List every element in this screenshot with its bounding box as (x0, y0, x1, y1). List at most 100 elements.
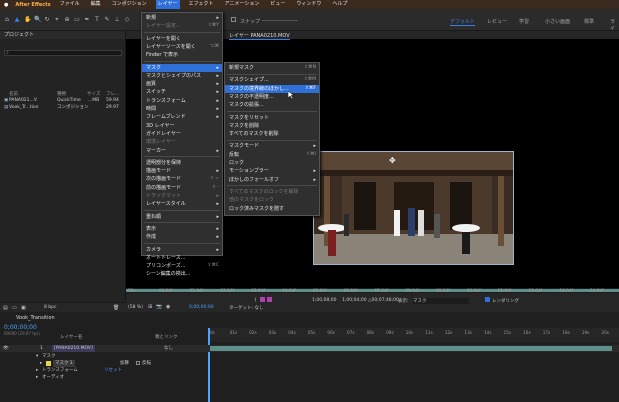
layer-menu-item[interactable]: 前の描画モード ⇧ - (142, 184, 222, 192)
audio-row[interactable]: ▸ オーディオ (0, 374, 208, 381)
interpret-footage-icon[interactable]: ▤ (3, 305, 8, 311)
parent-header[interactable]: 親とリンク (155, 334, 178, 340)
playhead[interactable] (208, 328, 210, 402)
set-in-point-icon[interactable]: { (254, 298, 257, 303)
mask-submenu-item[interactable]: マスクの拡張... (225, 101, 319, 109)
layer-menu-item[interactable]: 3D レイヤー (142, 122, 222, 130)
mask-submenu-item[interactable]: マスクの境界線のぼかし... ⇧⌘F (225, 84, 319, 93)
layer-menu-item[interactable]: 新規 ▸ (142, 14, 222, 22)
layer-name[interactable]: [PANA0210.MOV] (52, 345, 95, 352)
rectangle-tool-icon[interactable]: ▭ (74, 17, 80, 23)
mask-submenu-item[interactable]: マスクモード ▸ (225, 142, 319, 150)
layer-menu-item[interactable]: トランスフォーム ▸ (142, 97, 222, 105)
expand-arrow-icon[interactable]: ▸ (40, 360, 42, 367)
invert-checkbox[interactable] (136, 361, 140, 365)
region-marker-icon-2[interactable] (267, 297, 272, 302)
layer-menu-item[interactable]: マスク ▸ (142, 63, 222, 72)
bpc-label[interactable]: 8 bpc (44, 305, 56, 310)
column-fps[interactable]: フレ... (106, 91, 119, 97)
mask-color-swatch[interactable] (46, 361, 51, 366)
layer-menu-item[interactable]: 描画モード ▸ (142, 167, 222, 175)
layer-menu-item[interactable]: プリコンポーズ... ⇧⌘C (142, 262, 222, 270)
pen-tool-icon[interactable]: ✒ (84, 17, 90, 23)
mask-submenu-item[interactable]: マスクを削除 (225, 122, 319, 130)
mask-1-label[interactable]: マスク 1 (53, 360, 75, 367)
layer-menu-item[interactable]: スイッチ ▸ (142, 88, 222, 96)
expand-arrow-icon[interactable]: ▸ (36, 374, 38, 381)
snap-options[interactable] (262, 20, 298, 24)
layer-menu-item[interactable]: オートトレース... (142, 254, 222, 262)
mask-submenu-item[interactable]: 新規マスク ⇧⌘N (225, 64, 319, 72)
layer-menu-item[interactable]: ガイドレイヤー (142, 130, 222, 138)
layer-menu-item[interactable]: Finder で表示 (142, 51, 222, 59)
expand-arrow-icon[interactable]: ▸ (36, 367, 38, 374)
timeline-tab[interactable]: Vook_Transition (16, 315, 55, 321)
zoom-dropdown[interactable]: (58 %) (128, 305, 143, 310)
project-item-comp[interactable]: ▤ Vook_Tr...tion コンポジション 29.97 (4, 105, 124, 111)
anchor-point-icon[interactable]: ✥ (389, 156, 396, 165)
layer-menu-item[interactable]: 時間 ▸ (142, 105, 222, 113)
rotate-tool-icon[interactable]: ↻ (44, 17, 50, 23)
menu-file[interactable]: ファイル (58, 0, 82, 9)
menu-animation[interactable]: アニメーション (223, 0, 262, 9)
time-in[interactable]: 1;00,08;00 (312, 298, 337, 303)
mask-submenu-item[interactable]: マスクの不透明度... (225, 93, 319, 101)
workspace-small-screen[interactable]: 小さい画面 (545, 18, 570, 25)
eraser-tool-icon[interactable]: ◇ (124, 17, 130, 23)
workspace-standard[interactable]: 標準 (584, 18, 594, 25)
mask-group-row[interactable]: ▾ マスク (0, 353, 208, 360)
layer-menu-item[interactable]: 次の描画モード ⇧ = (142, 175, 222, 183)
zoom-tool-icon[interactable]: 🔍 (34, 17, 41, 23)
reset-link[interactable]: リセット (104, 367, 122, 374)
project-search-input[interactable] (4, 50, 122, 56)
project-item-footage[interactable]: ▣ PANA021...V QuickTime ...MB 59.94 (4, 98, 124, 104)
transform-row[interactable]: ▸ トランスフォーム リセット (0, 367, 208, 374)
brush-tool-icon[interactable]: ✎ (104, 17, 110, 23)
layer-tab[interactable]: レイヤー PANA0210.MOV (229, 32, 290, 40)
app-name[interactable]: After Effects (15, 2, 50, 8)
home-icon[interactable]: ⌂ (4, 17, 10, 23)
time-out[interactable]: 1;00;04;00 (342, 298, 367, 303)
layer-menu-item[interactable]: 作成 ▸ (142, 233, 222, 241)
layer-duration-bar[interactable] (210, 346, 612, 351)
layer-menu-item[interactable]: シーン編集の検出... (142, 270, 222, 278)
menu-composition[interactable]: コンポジション (110, 0, 149, 9)
menu-window[interactable]: ウィンドウ (294, 0, 323, 9)
view-dropdown[interactable]: マスク (413, 298, 469, 304)
camera-snapshot-icon[interactable]: 📷 (156, 304, 162, 310)
layer-menu-item[interactable]: カメラ ▸ (142, 246, 222, 254)
column-name[interactable]: 名前 (9, 91, 18, 97)
mask-submenu-item[interactable]: ロック (225, 159, 319, 167)
hand-tool-icon[interactable]: ✋ (24, 17, 31, 23)
layer-menu-item[interactable]: マスクとシェイプのパス ▸ (142, 72, 222, 80)
layer-menu-item[interactable]: マーカー ▸ (142, 147, 222, 155)
menu-layer[interactable]: レイヤー (155, 0, 180, 9)
new-folder-icon[interactable]: ▭ (12, 305, 17, 311)
menu-effect[interactable]: エフェクト (187, 0, 216, 9)
apple-icon[interactable]: ● (4, 2, 8, 8)
layer-menu-item[interactable]: 重ね順 ▸ (142, 213, 222, 221)
mask-submenu-item[interactable]: モーションブラー ▸ (225, 167, 319, 175)
layer-menu-item[interactable]: 透明部分を保持 (142, 159, 222, 167)
eye-icon[interactable]: 👁 (3, 345, 9, 352)
mask-submenu-item[interactable]: マスクシェイプ... ⇧⌘M (225, 76, 319, 84)
mask-submenu-item[interactable]: ぼかしのフォールオフ ▸ (225, 176, 319, 184)
layer-menu-item[interactable]: レイヤーソースを開く ⌥⌘ (142, 43, 222, 51)
channel-icon[interactable]: ◉ (166, 304, 170, 310)
pan-behind-tool-icon[interactable]: ⊕ (64, 17, 70, 23)
column-type[interactable]: 種類 (57, 91, 66, 97)
mask-submenu-item[interactable]: 反転 ⇧⌘I (225, 151, 319, 159)
layer-menu-item[interactable]: 表示 ▸ (142, 225, 222, 233)
workspace-learn[interactable]: 学習 (519, 18, 529, 25)
layer-menu-item[interactable]: フレームブレンド ▸ (142, 113, 222, 121)
timeline-timecode[interactable]: 0;00;00;00 (4, 324, 37, 331)
expand-arrow-icon[interactable]: ▾ (36, 353, 38, 360)
layer-name-header[interactable]: レイヤー名 (60, 334, 82, 340)
stamp-tool-icon[interactable]: ⊥ (114, 17, 120, 23)
trash-icon[interactable]: 🗑 (113, 305, 119, 311)
new-comp-icon[interactable]: ▣ (21, 305, 26, 311)
workspace-review[interactable]: レビュー (487, 18, 507, 25)
camera-tool-icon[interactable]: ⌖ (54, 17, 60, 23)
mask-submenu-item[interactable]: ロック済みマスクを隠す (225, 205, 319, 213)
mask-mode-dropdown[interactable]: 加算 (120, 360, 129, 367)
